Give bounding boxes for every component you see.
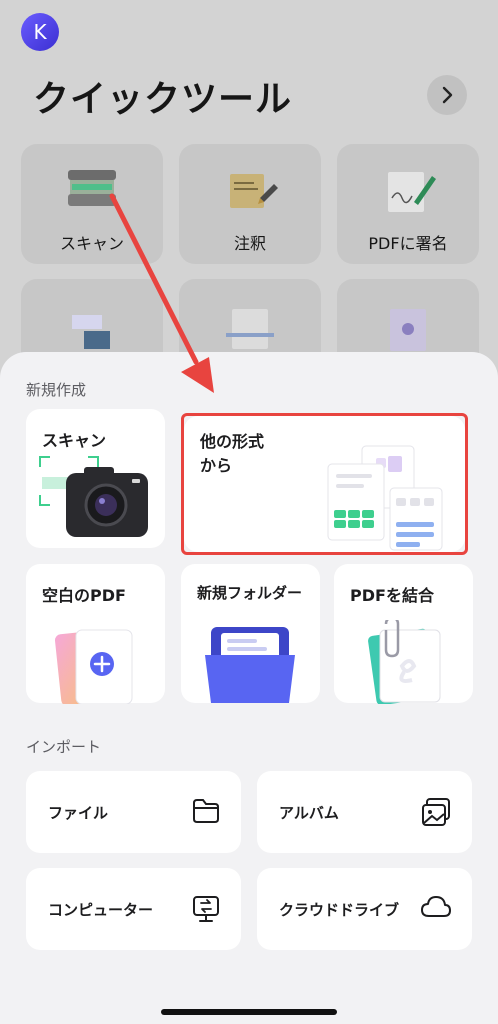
new-folder-card[interactable]: 新規フォルダー [181, 564, 320, 703]
tool-label: PDFに署名 [368, 234, 448, 253]
camera-icon [39, 456, 148, 537]
import-computer-button[interactable]: コンピューター [26, 868, 241, 950]
chevron-right-icon [442, 86, 453, 104]
home-indicator [161, 1009, 337, 1015]
folder-icon [205, 627, 295, 703]
import-section-label: インポート [26, 738, 102, 756]
blank-pdf-card[interactable]: 空白のPDF [26, 564, 165, 704]
import-album-label: アルバム [279, 804, 339, 822]
folder-outline-icon [193, 799, 219, 823]
ocr-icon [226, 309, 274, 349]
blank-pdf-icon [54, 629, 133, 704]
scan-card[interactable]: スキャン [26, 409, 165, 548]
album-icon [422, 798, 450, 826]
tool-scan[interactable]: スキャン [21, 144, 163, 264]
text-image-icon [72, 315, 110, 349]
notes-icon [230, 174, 278, 208]
tool-label: 注釈 [233, 234, 266, 253]
import-computer-label: コンピューター [48, 901, 154, 919]
merge-pdf-icon [368, 620, 441, 704]
import-cloud-drive-button[interactable]: クラウドドライブ [257, 868, 472, 950]
scanner-icon [68, 170, 116, 206]
signature-icon [388, 172, 436, 212]
avatar[interactable]: K [21, 13, 59, 51]
blank-pdf-title: 空白のPDF [42, 586, 126, 605]
tool-sign-pdf[interactable]: PDFに署名 [337, 144, 479, 264]
highlight-box [181, 413, 468, 555]
quick-tools-title: クイックツール [33, 79, 293, 120]
tool-annotate[interactable]: 注釈 [179, 144, 321, 264]
cloud-icon [421, 896, 451, 917]
quick-tools-more-button[interactable] [427, 75, 467, 115]
merge-pdf-card[interactable]: PDFを結合 [334, 564, 473, 704]
import-album-button[interactable]: アルバム [257, 771, 472, 853]
import-cloud-drive-label: クラウドドライブ [279, 901, 400, 919]
merge-pdf-title: PDFを結合 [350, 586, 434, 605]
scan-card-title: スキャン [42, 431, 107, 450]
import-file-button[interactable]: ファイル [26, 771, 241, 853]
import-file-label: ファイル [48, 804, 109, 822]
new-folder-title: 新規フォルダー [197, 584, 303, 602]
image-to-pdf-icon [390, 309, 426, 351]
tool-label: スキャン [59, 234, 124, 253]
computer-transfer-icon [193, 896, 219, 922]
create-section-label: 新規作成 [26, 381, 87, 399]
